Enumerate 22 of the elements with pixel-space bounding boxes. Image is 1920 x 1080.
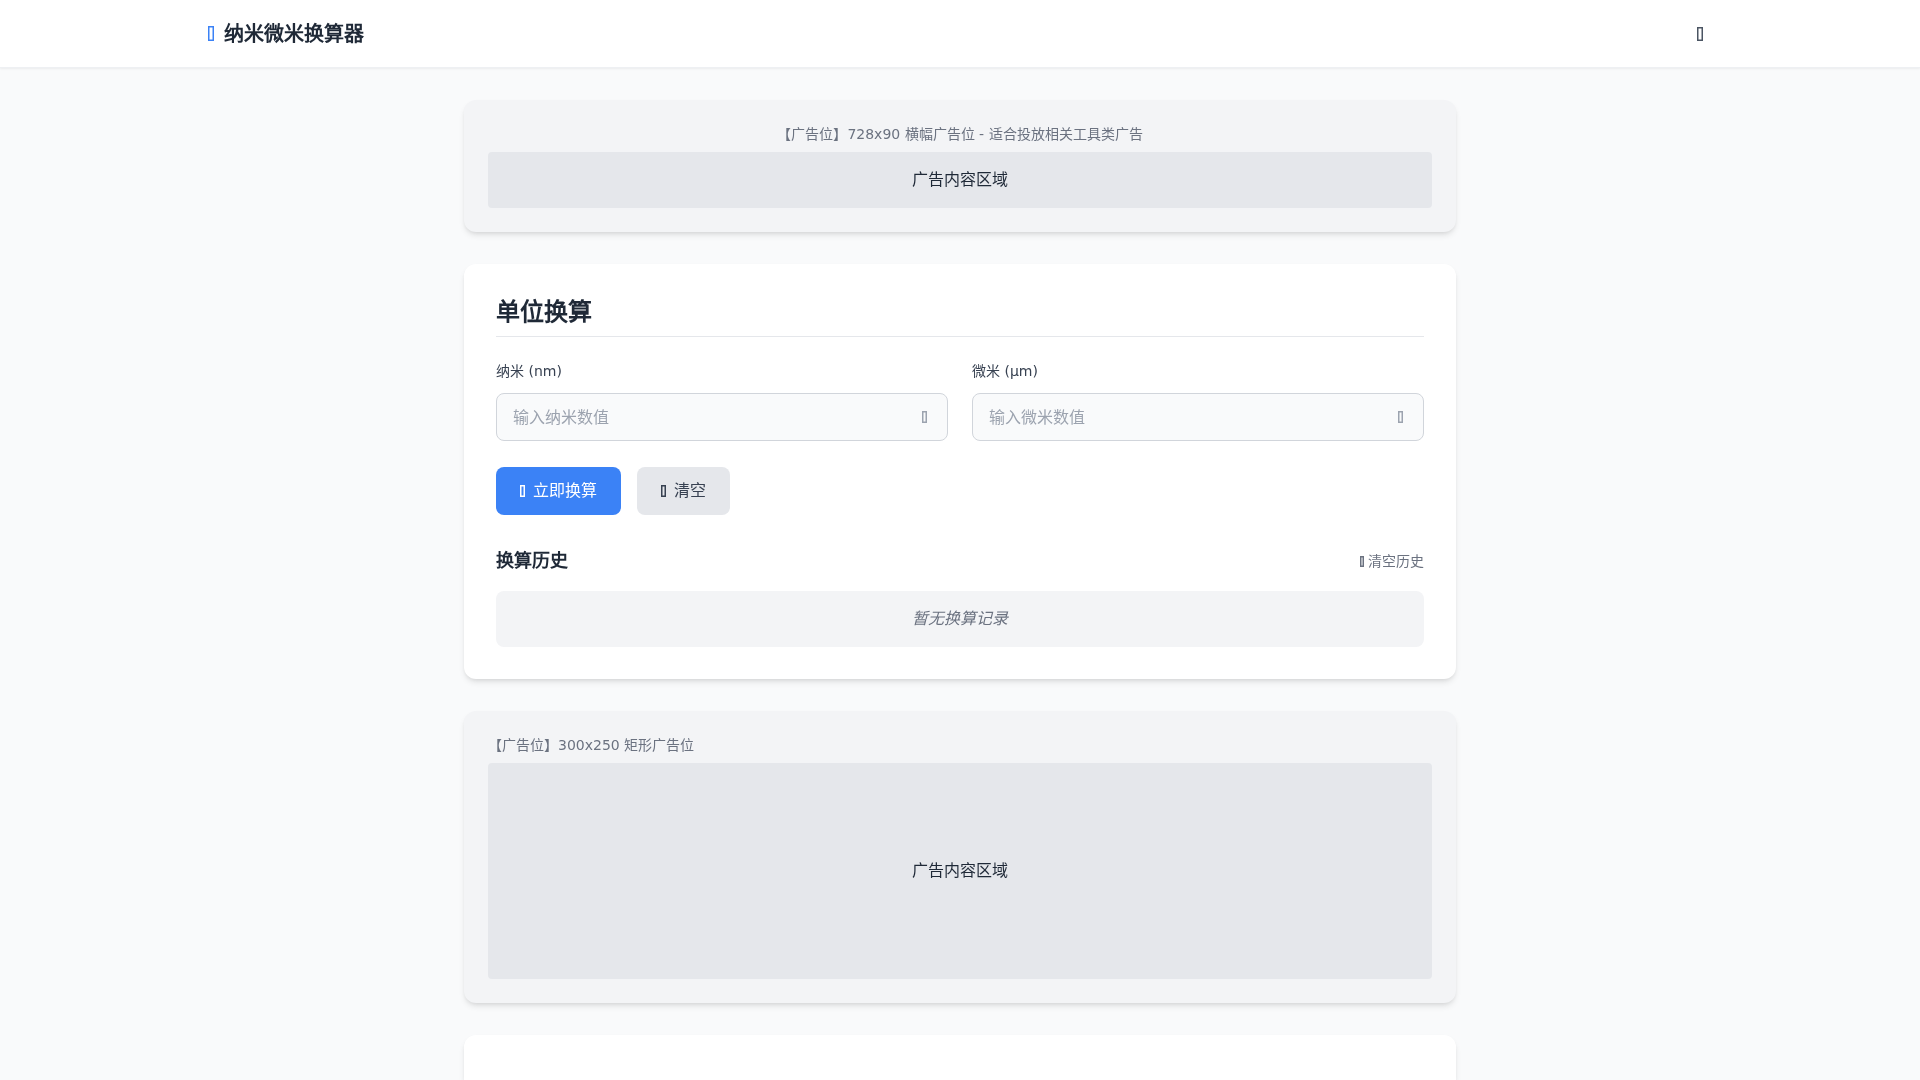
missing-glyph-icon bbox=[1360, 555, 1364, 567]
convert-button[interactable]: 立即换算 bbox=[496, 467, 621, 515]
app-title: 纳米微米换算器 bbox=[224, 20, 364, 48]
missing-glyph-icon bbox=[208, 26, 214, 41]
section-heading: 单位换算 bbox=[496, 296, 1424, 337]
input-field[interactable]: 输入纳米数值 bbox=[496, 393, 948, 441]
clear-history-button[interactable]: 清空历史 bbox=[1360, 551, 1424, 571]
missing-glyph-icon[interactable] bbox=[1697, 26, 1703, 41]
ad-content-area: 广告内容区域 bbox=[488, 152, 1432, 208]
missing-glyph-icon bbox=[1398, 411, 1403, 423]
input-field[interactable]: 输入微米数值 bbox=[972, 393, 1424, 441]
missing-glyph-icon bbox=[520, 485, 525, 497]
missing-glyph-icon bbox=[922, 411, 927, 423]
ad-content-area: 广告内容区域 bbox=[488, 763, 1432, 979]
empty-history-message: 暂无换算记录 bbox=[496, 591, 1424, 647]
missing-glyph-icon bbox=[661, 485, 666, 497]
history-heading: 换算历史 bbox=[496, 549, 568, 573]
field-label: 微米 (μm) bbox=[972, 362, 1039, 381]
ad-label: 【广告位】728x90 横幅广告位 - 适合投放相关工具类广告 bbox=[776, 125, 1144, 144]
clear-button[interactable]: 清空 bbox=[637, 467, 730, 515]
field-label: 纳米 (nm) bbox=[496, 362, 563, 381]
ad-label: 【广告位】300x250 矩形广告位 bbox=[488, 736, 696, 755]
